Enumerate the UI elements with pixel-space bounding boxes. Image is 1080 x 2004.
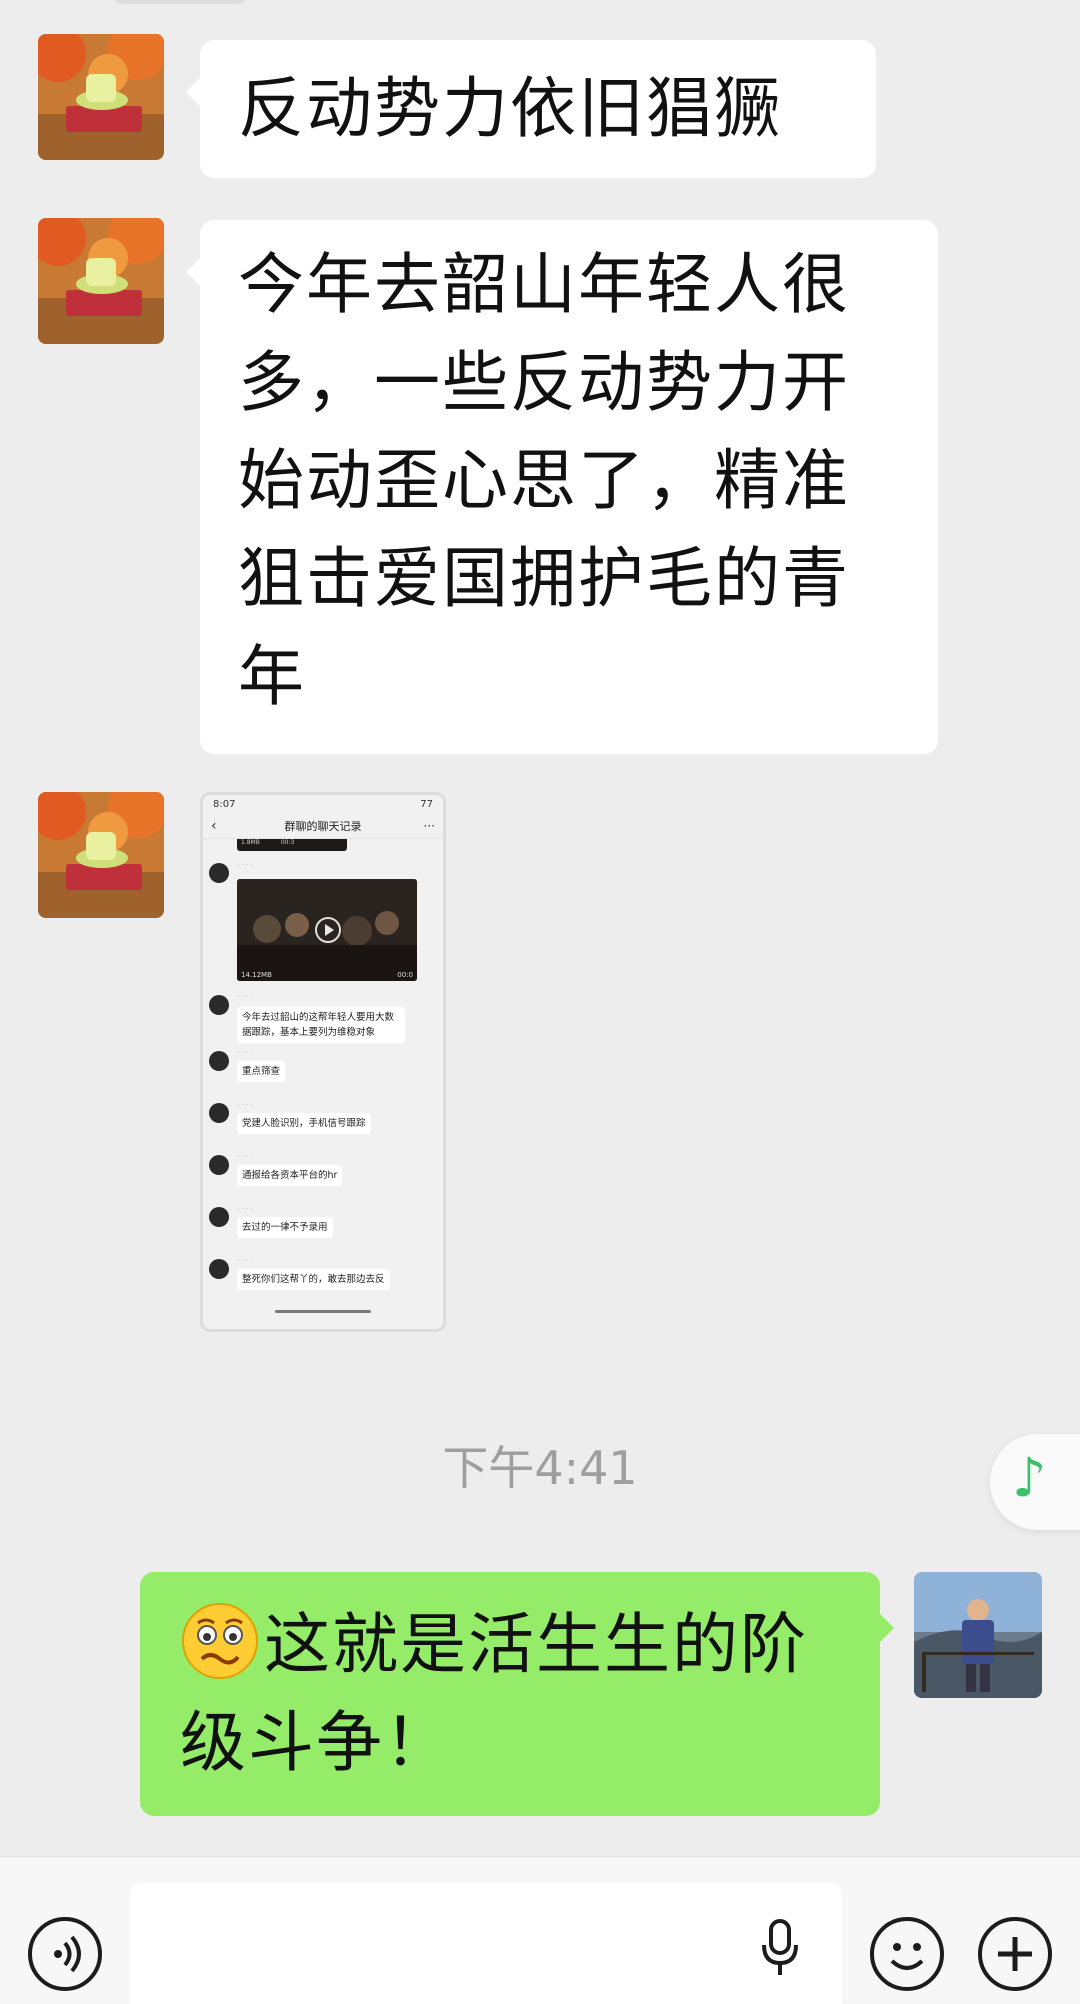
screenshot-chat-body: 1.8MB 00:3 · · · · 14.12MB 00:0 · · · · …: [203, 839, 443, 1319]
incoming-message-bubble[interactable]: 反动势力依旧猖獗: [186, 40, 876, 178]
message-line: 狙击爱国拥护毛的青: [238, 540, 850, 617]
message-line: 今年去韶山年轻人很: [238, 246, 850, 323]
message-text: 反动势力依旧猖獗: [238, 70, 782, 147]
screenshot-status-bar: 8:07 77: [203, 795, 443, 813]
contact-avatar[interactable]: [38, 34, 164, 160]
screenshot-message: 通报给各资本平台的hr: [237, 1165, 343, 1186]
screenshot-sender-name: · · · ·: [237, 1257, 253, 1265]
screenshot-sender-name: · · · ·: [237, 1205, 253, 1213]
screenshot-sender-name: · · · ·: [237, 1101, 253, 1109]
voice-toggle-icon: [54, 1935, 81, 1973]
screenshot-video-duration: 00:3: [280, 839, 295, 846]
screenshot-message: 党建人脸识别，手机信号跟踪: [237, 1113, 371, 1134]
outgoing-message-bubble[interactable]: 这就是活生生的阶 级斗争！: [140, 1572, 894, 1816]
message-line: 这就是活生生的阶: [180, 1596, 840, 1694]
screenshot-avatar: [209, 1259, 229, 1279]
image-message-screenshot[interactable]: 8:07 77 ‹ 群聊的聊天记录 ··· 1.8MB 00:3 · · · ·…: [200, 792, 446, 1332]
previous-message-fragment: [110, 0, 250, 4]
screenshot-message: 去过的一律不予录用: [237, 1217, 333, 1238]
message-line: 年: [238, 638, 306, 715]
message-input[interactable]: [130, 1883, 842, 2004]
screenshot-time: 8:07: [213, 799, 236, 810]
screenshot-video-thumb: 14.12MB 00:0: [237, 879, 417, 981]
chat-input-bar: [0, 1856, 1080, 2004]
screenshot-header: ‹ 群聊的聊天记录 ···: [203, 813, 443, 839]
message-line: 始动歪心思了，精准: [238, 442, 850, 519]
voice-toggle-button[interactable]: [28, 1917, 102, 1991]
more-options-button[interactable]: [978, 1917, 1052, 1991]
screenshot-avatar: [209, 1051, 229, 1071]
screenshot-sender-name: · · · ·: [237, 993, 253, 1001]
incoming-message-bubble[interactable]: 今年去韶山年轻人很 多，一些反动势力开 始动歪心思了，精准 狙击爱国拥护毛的青 …: [186, 220, 938, 754]
message-timestamp: 下午4:41: [442, 1441, 638, 1495]
screenshot-sender-name: · · · ·: [237, 1049, 253, 1057]
back-icon: ‹: [211, 817, 217, 834]
screenshot-title: 群聊的聊天记录: [284, 819, 362, 833]
screenshot-message: 今年去过韶山的这帮年轻人要用大数据跟踪，基本上要列为维稳对象: [237, 1007, 405, 1043]
screenshot-avatar: [209, 1155, 229, 1175]
woozy-face-icon: [182, 1603, 258, 1679]
screenshot-battery: 77: [420, 799, 433, 810]
screenshot-avatar: [209, 995, 229, 1015]
emoji-button[interactable]: [870, 1917, 944, 1991]
emoji-icon: [890, 1943, 924, 1970]
music-note-icon: ♪: [1012, 1446, 1047, 1509]
screenshot-sender-name: · · · ·: [237, 861, 253, 869]
contact-avatar[interactable]: [38, 792, 164, 918]
screenshot-sender-name: · · · ·: [237, 1153, 253, 1161]
screenshot-video-size: 1.8MB: [241, 839, 260, 846]
message-text: 这就是活生生的阶: [264, 1606, 808, 1683]
screenshot-avatar: [209, 1207, 229, 1227]
message-line: 级斗争！: [180, 1704, 452, 1781]
screenshot-message: 重点筛查: [237, 1061, 286, 1082]
floating-music-button[interactable]: ♪: [990, 1434, 1080, 1530]
home-indicator: [275, 1310, 371, 1313]
more-icon: ···: [423, 818, 435, 833]
screenshot-message: 整死你们这帮丫的，敢去那边去反: [237, 1269, 390, 1290]
screenshot-avatar: [209, 1103, 229, 1123]
screenshot-video-duration: 00:0: [397, 971, 413, 979]
microphone-icon[interactable]: [758, 1917, 802, 1981]
screenshot-avatar: [209, 863, 229, 883]
screenshot-video-partial: 1.8MB 00:3: [237, 839, 347, 851]
my-avatar[interactable]: [914, 1572, 1042, 1698]
screenshot-video-size: 14.12MB: [241, 971, 272, 979]
plus-icon: [998, 1937, 1032, 1971]
contact-avatar[interactable]: [38, 218, 164, 344]
message-line: 多，一些反动势力开: [238, 344, 850, 421]
play-icon: [315, 917, 341, 943]
